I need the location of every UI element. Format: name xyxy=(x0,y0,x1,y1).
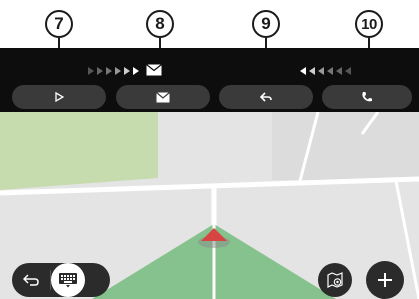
map-view-button[interactable] xyxy=(318,263,352,297)
message-button[interactable] xyxy=(116,85,210,109)
play-button[interactable] xyxy=(12,85,106,109)
callout-7: 7 xyxy=(45,10,73,38)
back-button[interactable] xyxy=(12,263,50,297)
park-area xyxy=(0,112,158,190)
car-screen xyxy=(0,48,419,299)
callout-8: 8 xyxy=(146,10,174,38)
play-icon xyxy=(55,92,64,102)
callout-9: 9 xyxy=(252,10,280,38)
left-arrows-icon xyxy=(300,67,351,75)
plus-icon xyxy=(378,273,392,287)
back-arrow-icon xyxy=(23,274,39,286)
call-button[interactable] xyxy=(322,85,412,109)
block-area xyxy=(272,112,419,180)
callout-row: 7 8 9 10 xyxy=(0,0,419,84)
reply-button[interactable] xyxy=(219,85,313,109)
back-keyboard-pill xyxy=(12,263,110,297)
reply-icon xyxy=(260,92,272,102)
phone-icon xyxy=(362,92,372,102)
keyboard-button-circle xyxy=(51,263,85,297)
right-arrows-icon xyxy=(88,67,139,75)
media-bar xyxy=(0,48,419,112)
callout-10: 10 xyxy=(355,10,383,38)
zoom-in-button[interactable] xyxy=(366,261,404,299)
keyboard-button[interactable] xyxy=(51,263,110,297)
map-view-icon xyxy=(327,272,343,288)
keyboard-icon xyxy=(59,273,77,288)
envelope-icon xyxy=(146,64,162,76)
envelope-icon xyxy=(156,91,170,102)
